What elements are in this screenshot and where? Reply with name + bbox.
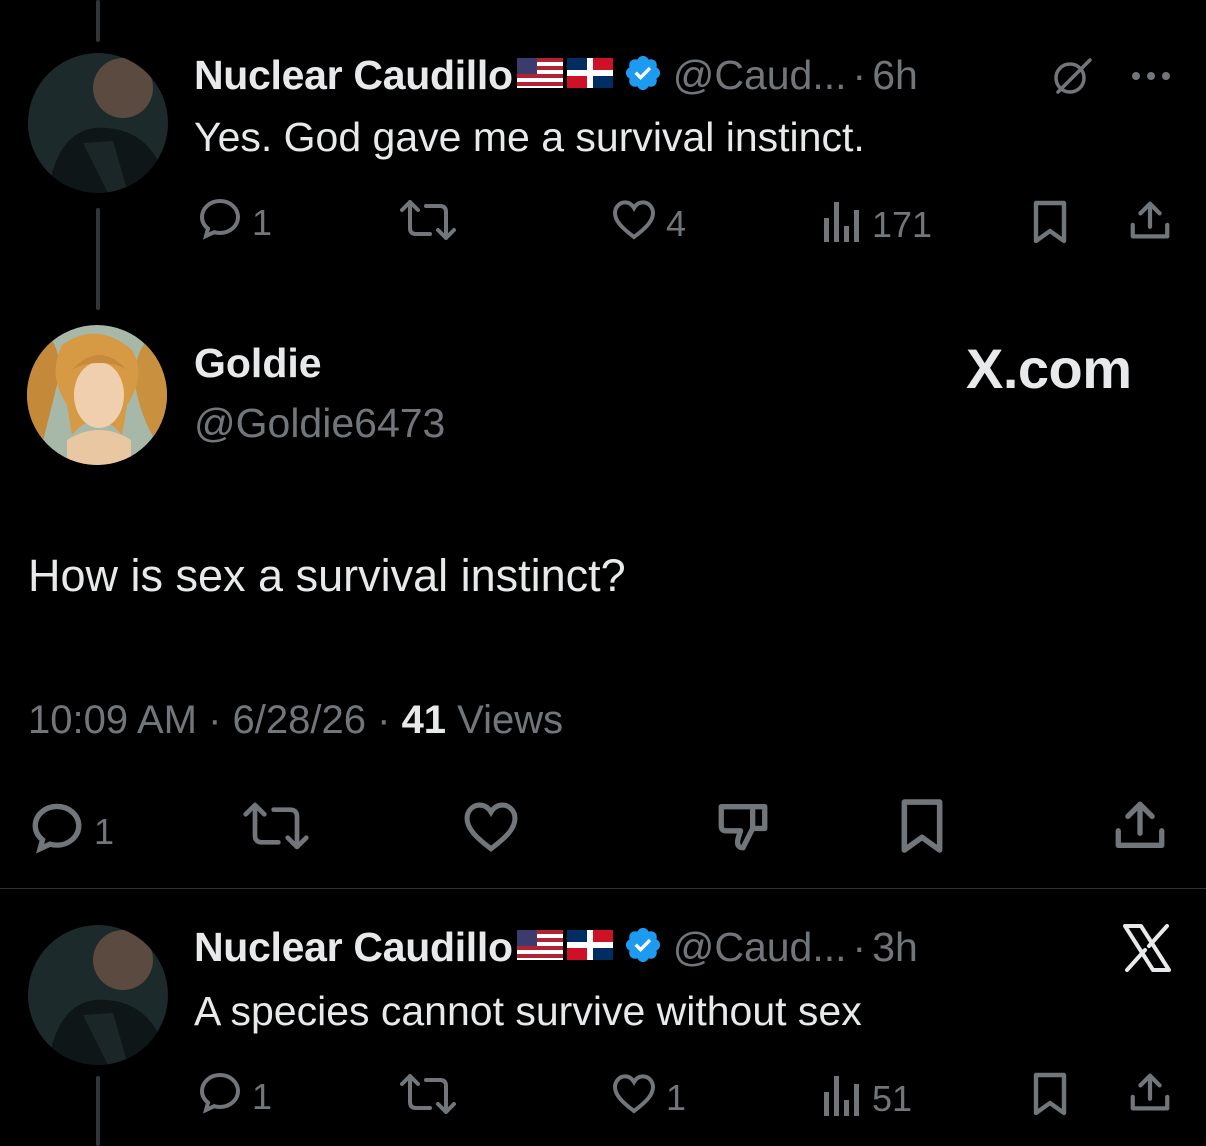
retweet-icon [398, 198, 458, 251]
separator-dot: · [852, 51, 867, 98]
reply-count: 1 [252, 201, 273, 243]
share-icon[interactable] [1124, 1068, 1176, 1118]
author-name[interactable]: Nuclear Caudillo [194, 52, 513, 99]
tweet-text: A species cannot survive without sex [194, 988, 862, 1034]
retweet-button[interactable] [398, 198, 458, 251]
heart-icon [610, 1070, 658, 1125]
dominican-flag-icon [566, 929, 613, 965]
dominican-flag-icon [566, 57, 613, 93]
avatar[interactable] [28, 53, 168, 193]
tweet-header: Nuclear Caudillo @Caud... · 3h [194, 922, 918, 972]
divider [0, 888, 1206, 889]
us-flag-icon [516, 57, 563, 93]
thread-line [96, 208, 100, 310]
reply-count: 1 [252, 1075, 273, 1117]
avatar[interactable] [28, 925, 168, 1065]
separator-dot: · [852, 923, 867, 970]
retweet-button[interactable] [398, 1072, 458, 1125]
reply-icon [28, 798, 86, 865]
reply-button[interactable]: 1 [28, 798, 114, 865]
us-flag-icon [516, 929, 563, 965]
post-timestamp[interactable]: 10:09 AM · 6/28/26 · [28, 698, 402, 742]
thread-line [96, 1076, 100, 1146]
views-count: 171 [872, 203, 933, 245]
x-logo-icon [1118, 920, 1176, 976]
views-count: 51 [872, 1077, 913, 1119]
tweet-time[interactable]: 3h [872, 924, 918, 971]
views-icon [820, 198, 864, 251]
reply-button[interactable]: 1 [196, 194, 272, 251]
like-button[interactable]: 1 [610, 1070, 686, 1125]
like-button[interactable]: 4 [610, 196, 686, 251]
reply-count: 1 [94, 810, 115, 852]
views-button[interactable]: 51 [820, 1072, 912, 1125]
dislike-icon[interactable] [710, 796, 776, 856]
retweet-icon [398, 1072, 458, 1125]
share-icon[interactable] [1124, 196, 1176, 246]
reply-button[interactable]: 1 [196, 1068, 272, 1125]
more-icon[interactable] [1126, 56, 1176, 96]
grok-icon[interactable] [1046, 50, 1098, 102]
brand-watermark: X.com [966, 337, 1132, 400]
views-icon [820, 1072, 864, 1125]
reply-icon [196, 194, 244, 251]
views-count: 41 [401, 698, 447, 742]
author-handle[interactable]: @Goldie6473 [194, 400, 445, 447]
tweet-time[interactable]: 6h [872, 52, 918, 99]
tweet-text: How is sex a survival instinct? [28, 550, 626, 601]
like-count: 1 [666, 1076, 687, 1118]
author-name[interactable]: Goldie [194, 340, 322, 387]
author-handle[interactable]: @Caud... [673, 52, 847, 99]
retweet-icon[interactable] [240, 798, 312, 854]
views-label: Views [446, 698, 564, 742]
post-meta: 10:09 AM · 6/28/26 · 41 Views [28, 698, 563, 743]
reply-icon [196, 1068, 244, 1125]
tweet-header: Nuclear Caudillo @Caud... · 6h [194, 50, 918, 100]
avatar[interactable] [27, 325, 167, 465]
author-name[interactable]: Nuclear Caudillo [194, 924, 513, 971]
verified-badge-icon [623, 53, 663, 98]
bookmark-icon[interactable] [1026, 198, 1074, 246]
views-button[interactable]: 171 [820, 198, 932, 251]
like-count: 4 [666, 202, 687, 244]
heart-icon [610, 196, 658, 251]
share-icon[interactable] [1108, 796, 1172, 856]
author-handle[interactable]: @Caud... [673, 924, 847, 971]
thread-line [96, 0, 100, 42]
heart-icon[interactable] [458, 796, 524, 856]
tweet-text: Yes. God gave me a survival instinct. [194, 114, 865, 160]
verified-badge-icon [623, 925, 663, 970]
bookmark-icon[interactable] [1026, 1070, 1074, 1118]
bookmark-icon[interactable] [892, 796, 952, 856]
